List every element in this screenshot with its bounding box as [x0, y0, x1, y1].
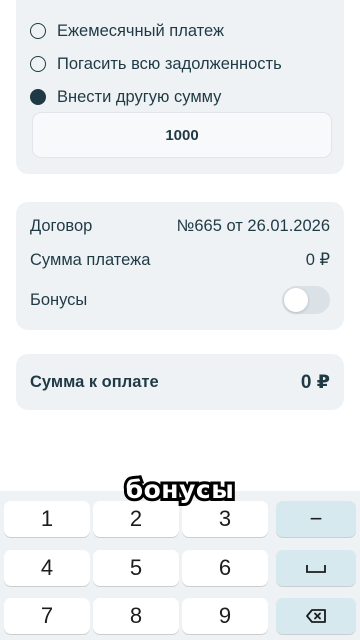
contract-label: Договор	[30, 216, 93, 235]
radio-icon	[30, 56, 46, 72]
option-label: Погасить всю задолженность	[57, 54, 282, 73]
radio-checked-icon	[30, 89, 46, 105]
bonuses-toggle[interactable]	[282, 286, 330, 314]
total-value: 0 ₽	[300, 371, 330, 393]
payment-sum-label: Сумма платежа	[30, 250, 151, 269]
payment-sum-row: Сумма платежа 0 ₽	[30, 247, 330, 273]
backspace-key[interactable]	[276, 598, 356, 634]
contract-value: №665 от 26.01.2026	[176, 216, 330, 235]
key-8[interactable]: 8	[93, 598, 179, 634]
key-1[interactable]: 1	[4, 501, 90, 537]
key-3[interactable]: 3	[182, 501, 268, 537]
radio-icon	[30, 23, 46, 39]
payment-sum-value: 0 ₽	[305, 251, 330, 269]
backspace-icon	[306, 609, 326, 623]
option-monthly-payment[interactable]: Ежемесячный платеж	[30, 19, 224, 43]
key-4[interactable]: 4	[4, 550, 90, 586]
payment-options-card: Ежемесячный платеж Погасить всю задолжен…	[16, 0, 344, 174]
bonuses-row: Бонусы	[30, 286, 330, 314]
video-caption: бонусы	[123, 472, 237, 507]
amount-value: 1000	[165, 126, 199, 144]
key-7[interactable]: 7	[4, 598, 90, 634]
key-9[interactable]: 9	[182, 598, 268, 634]
total-card: Сумма к оплате 0 ₽	[16, 354, 344, 410]
bonuses-label: Бонусы	[30, 290, 88, 309]
minus-key[interactable]: −	[276, 501, 356, 537]
total-row: Сумма к оплате 0 ₽	[30, 368, 330, 396]
total-label: Сумма к оплате	[30, 372, 159, 391]
contract-row: Договор №665 от 26.01.2026	[30, 213, 330, 239]
option-other-amount[interactable]: Внести другую сумму	[30, 85, 221, 109]
option-label: Внести другую сумму	[57, 87, 222, 106]
key-5[interactable]: 5	[93, 550, 179, 586]
minus-icon: −	[309, 506, 323, 531]
space-icon	[306, 565, 326, 573]
amount-input[interactable]: 1000	[32, 112, 332, 158]
payment-details-card: Договор №665 от 26.01.2026 Сумма платежа…	[16, 202, 344, 330]
space-key[interactable]	[276, 550, 356, 586]
toggle-knob	[284, 288, 308, 312]
option-label: Ежемесячный платеж	[57, 21, 225, 40]
numeric-keyboard: 1 2 3 − 4 5 6 7 8 9	[0, 491, 360, 640]
key-6[interactable]: 6	[182, 550, 268, 586]
option-repay-all[interactable]: Погасить всю задолженность	[30, 52, 282, 76]
key-2[interactable]: 2	[93, 501, 179, 537]
